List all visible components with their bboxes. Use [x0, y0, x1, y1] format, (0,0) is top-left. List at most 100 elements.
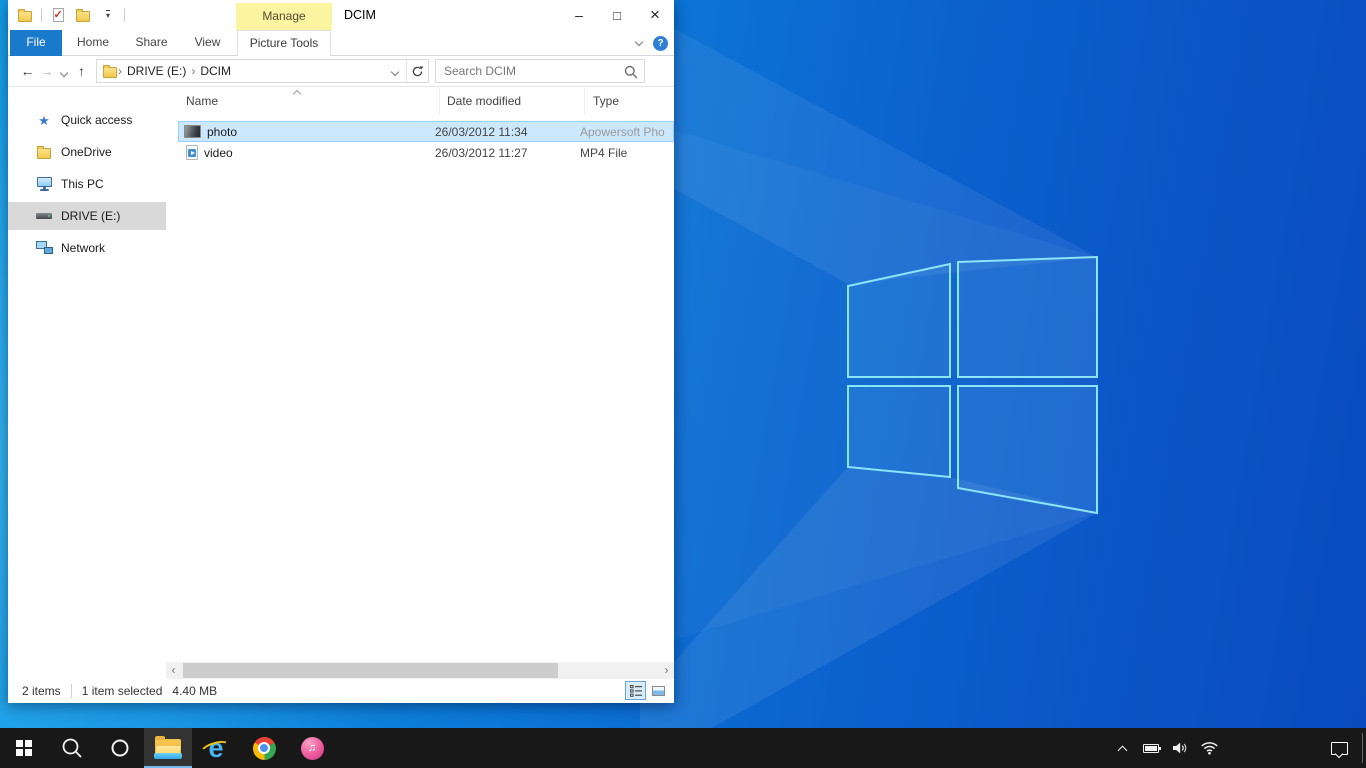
qat-new-folder-button[interactable]: [74, 4, 92, 26]
system-tray: [1112, 728, 1219, 768]
chrome-icon: [253, 737, 276, 760]
column-headers: Name Date modified Type: [166, 88, 674, 114]
tab-view[interactable]: View: [183, 30, 232, 56]
horizontal-scrollbar[interactable]: ‹ ›: [166, 662, 674, 679]
cortana-button[interactable]: [96, 728, 144, 768]
taskbar-chrome-button[interactable]: [240, 728, 288, 768]
ribbon-right-controls: ?: [636, 30, 668, 56]
chevron-down-icon[interactable]: [635, 37, 643, 45]
thumbnail-view-icon: [652, 686, 665, 696]
drive-icon: [35, 213, 53, 219]
address-bar-row: ← → ↑ › DRIVE (E:) › DCIM: [8, 56, 674, 87]
sidebar-item-this-pc[interactable]: This PC: [8, 170, 166, 198]
sidebar-item-network[interactable]: Network: [8, 234, 166, 262]
volume-button[interactable]: [1170, 728, 1190, 768]
minimize-button[interactable]: –: [560, 0, 598, 30]
file-date: 26/03/2012 11:34: [435, 125, 580, 139]
start-button[interactable]: [0, 728, 48, 768]
photo-thumbnail-icon: [184, 125, 201, 138]
hidden-icons-button[interactable]: [1112, 728, 1132, 768]
file-rows: photo 26/03/2012 11:34 Apowersoft Pho vi…: [166, 121, 674, 163]
refresh-button[interactable]: [406, 60, 428, 82]
quick-access-star-icon: ★: [35, 114, 53, 127]
qat-separator: [124, 8, 125, 22]
column-header-type[interactable]: Type: [585, 88, 674, 114]
details-view-icon: [630, 685, 642, 697]
window-title: DCIM: [344, 0, 376, 30]
close-button[interactable]: ×: [636, 0, 674, 30]
taskbar: e ♫: [0, 728, 1366, 768]
taskbar-internet-explorer-button[interactable]: e: [192, 728, 240, 768]
onedrive-folder-icon: [35, 146, 53, 159]
qat-customize-button[interactable]: ▾: [99, 4, 117, 26]
refresh-icon: [411, 65, 424, 78]
sidebar-item-drive-e[interactable]: DRIVE (E:): [8, 202, 166, 230]
quick-access-toolbar: ✓ ▾: [16, 0, 125, 30]
tab-picture-tools[interactable]: Picture Tools: [237, 30, 331, 56]
tab-home[interactable]: Home: [68, 30, 118, 56]
search-input[interactable]: [436, 60, 644, 82]
chevron-down-icon: [391, 68, 399, 76]
taskbar-file-explorer-button[interactable]: [144, 728, 192, 768]
contextual-tab-group-label[interactable]: Manage: [236, 3, 332, 30]
file-row-photo[interactable]: photo 26/03/2012 11:34 Apowersoft Pho: [178, 121, 674, 142]
forward-button[interactable]: →: [37, 63, 56, 79]
details-view-button[interactable]: [625, 681, 646, 700]
title-bar[interactable]: ✓ ▾ Manage DCIM – □ ×: [8, 0, 674, 30]
tab-share[interactable]: Share: [125, 30, 178, 56]
qat-separator: [41, 8, 42, 22]
column-header-date-modified[interactable]: Date modified: [440, 88, 585, 114]
internet-explorer-icon: e: [202, 735, 230, 761]
network-icon: [35, 242, 53, 254]
status-divider: [71, 684, 72, 698]
selection-size: 4.40 MB: [172, 684, 217, 698]
search-box: [435, 59, 645, 83]
tab-file[interactable]: File: [10, 30, 62, 56]
breadcrumb-dcim[interactable]: DCIM: [196, 64, 235, 78]
navigation-pane: ★ Quick access OneDrive This PC DRIVE (E…: [8, 88, 166, 679]
recent-locations-button[interactable]: [56, 63, 72, 79]
wifi-button[interactable]: [1199, 728, 1219, 768]
battery-button[interactable]: [1141, 728, 1161, 768]
items-count: 2 items: [22, 684, 61, 698]
chevron-down-icon: [60, 69, 68, 77]
sidebar-item-onedrive[interactable]: OneDrive: [8, 138, 166, 166]
maximize-button[interactable]: □: [598, 0, 636, 30]
scroll-right-arrow[interactable]: ›: [659, 662, 674, 679]
check-icon: ✓: [54, 10, 63, 21]
search-icon: [61, 737, 83, 759]
action-center-button[interactable]: [1326, 728, 1352, 768]
taskbar-itunes-button[interactable]: ♫: [288, 728, 336, 768]
view-toggle-buttons: [625, 681, 669, 700]
this-pc-icon: [35, 181, 53, 187]
wifi-icon: [1200, 741, 1219, 755]
help-button[interactable]: ?: [653, 36, 668, 51]
ribbon-tab-row: File Home Share View Picture Tools ?: [8, 30, 674, 56]
large-icons-view-button[interactable]: [648, 681, 669, 700]
qat-folder-button[interactable]: [16, 4, 34, 26]
file-name: video: [204, 146, 233, 160]
screen: ✓ ▾ Manage DCIM – □ × File Home Share Vi…: [0, 0, 1366, 768]
sidebar-item-quick-access[interactable]: ★ Quick access: [8, 106, 166, 134]
properties-icon: ✓: [53, 8, 64, 22]
caret-down-icon: ▾: [106, 10, 110, 20]
back-button[interactable]: ←: [18, 63, 37, 79]
scrollbar-thumb[interactable]: [183, 663, 558, 678]
search-icon: [624, 65, 638, 79]
file-row-video[interactable]: video 26/03/2012 11:27 MP4 File: [178, 142, 674, 163]
battery-icon: [1143, 744, 1159, 753]
show-desktop-button[interactable]: [1362, 733, 1363, 763]
column-header-name[interactable]: Name: [166, 88, 440, 114]
taskbar-search-button[interactable]: [48, 728, 96, 768]
address-dropdown-button[interactable]: [384, 64, 406, 78]
qat-properties-button[interactable]: ✓: [49, 4, 67, 26]
status-bar: 2 items 1 item selected 4.40 MB: [8, 679, 674, 703]
address-box[interactable]: › DRIVE (E:) › DCIM: [96, 59, 429, 83]
scroll-left-arrow[interactable]: ‹: [166, 662, 181, 679]
scrollbar-track[interactable]: [181, 662, 659, 679]
up-button[interactable]: ↑: [72, 63, 91, 79]
video-file-icon: [186, 145, 198, 160]
cortana-icon: [110, 738, 130, 758]
breadcrumb-drive[interactable]: DRIVE (E:): [123, 64, 190, 78]
file-list: Name Date modified Type photo 26/03/2012…: [166, 88, 674, 679]
